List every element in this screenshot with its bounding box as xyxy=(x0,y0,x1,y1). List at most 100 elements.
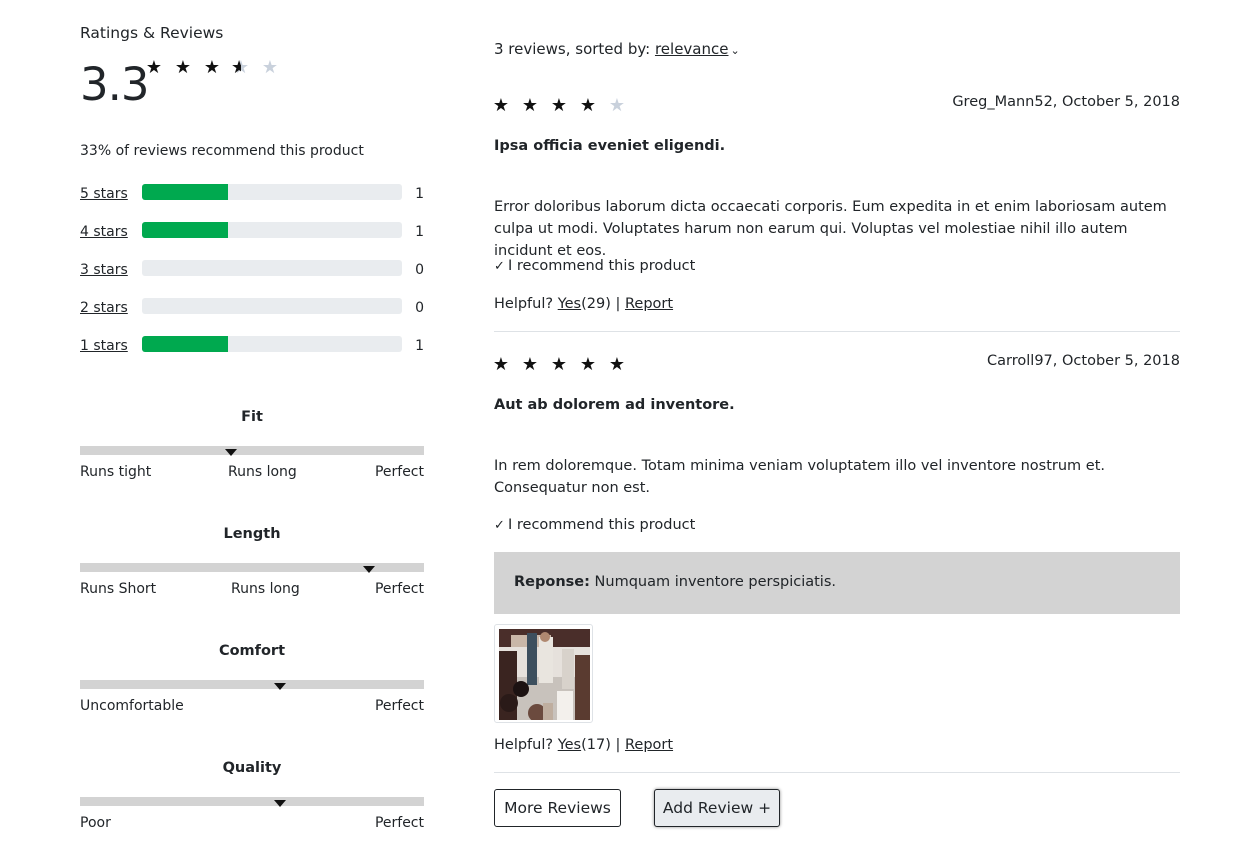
response-body: Numquam inventore perspiciatis. xyxy=(589,574,836,590)
report-link[interactable]: Report xyxy=(625,737,673,753)
star-icon: ★ xyxy=(521,354,539,375)
characteristic-marker-icon xyxy=(362,566,375,573)
rating-breakdown-row[interactable]: 3 stars 0 xyxy=(80,258,424,278)
review-photo-thumbnail[interactable] xyxy=(494,624,593,723)
characteristic-title: Length xyxy=(223,526,281,542)
review-helpful: Helpful? Yes(29) | Report xyxy=(494,296,673,312)
rating-count: 0 xyxy=(415,300,424,316)
review-recommend: ✓ I recommend this product xyxy=(494,258,695,274)
rating-bar-track xyxy=(142,336,402,352)
characteristic-mid-label: Runs long xyxy=(228,464,297,480)
characteristic-marker-icon xyxy=(273,800,286,807)
characteristic-scale xyxy=(80,797,424,806)
ratings-reviews-heading: Ratings & Reviews xyxy=(80,24,224,42)
helpful-label: Helpful? xyxy=(494,296,558,312)
rating-breakdown-row[interactable]: 1 stars 1 xyxy=(80,334,424,354)
star-icon: ★ xyxy=(550,95,568,116)
sort-select[interactable]: relevance xyxy=(655,40,729,58)
star-icon: ★ xyxy=(608,95,626,116)
check-icon: ✓ xyxy=(494,259,505,274)
star-icon: ★ xyxy=(145,57,163,78)
characteristic-high-label: Perfect xyxy=(374,464,424,480)
rating-count: 1 xyxy=(415,224,424,240)
rating-bar-fill xyxy=(142,336,228,352)
review-recommend: ✓ I recommend this product xyxy=(494,517,695,533)
review-summary: Aut ab dolorem ad inventore. xyxy=(494,397,735,413)
rating-bar-track xyxy=(142,260,402,276)
star-icon: ★ xyxy=(492,95,510,116)
characteristic-length: Length Runs Short Runs long Perfect xyxy=(80,526,424,598)
rating-bar-track xyxy=(142,222,402,238)
review-count-text: 3 reviews, sorted by: xyxy=(494,40,655,58)
helpful-separator: | xyxy=(610,296,625,312)
characteristic-title: Comfort xyxy=(218,643,286,659)
rating-filter-link[interactable]: 5 stars xyxy=(80,186,128,202)
rating-filter-link[interactable]: 4 stars xyxy=(80,224,128,240)
review-summary: Ipsa officia eveniet eligendi. xyxy=(494,138,726,154)
sort-control: 3 reviews, sorted by: relevance ⌄ xyxy=(494,40,740,58)
star-icon: ★ xyxy=(550,354,568,375)
characteristic-title: Quality xyxy=(222,760,282,776)
helpful-count: (17) xyxy=(581,737,611,753)
rating-breakdown-row[interactable]: 2 stars 0 xyxy=(80,296,424,316)
star-icon: ★ xyxy=(608,354,626,375)
rating-filter-link[interactable]: 2 stars xyxy=(80,300,128,316)
review-body: Error doloribus laborum dicta occaecati … xyxy=(494,199,1167,259)
characteristic-marker-icon xyxy=(273,683,286,690)
characteristic-low-label: Uncomfortable xyxy=(80,698,184,714)
star-icon: ★ xyxy=(521,95,539,116)
response-text: Reponse: Numquam inventore perspiciatis. xyxy=(514,574,836,590)
recommend-text: I recommend this product xyxy=(508,517,696,533)
characteristic-scale xyxy=(80,446,424,455)
more-reviews-button[interactable]: More Reviews xyxy=(494,789,621,827)
rating-bar-fill xyxy=(142,184,228,200)
recommend-text: I recommend this product xyxy=(508,258,696,274)
review-divider xyxy=(494,331,1180,332)
characteristic-scale xyxy=(80,680,424,689)
seller-response: Reponse: Numquam inventore perspiciatis. xyxy=(494,552,1180,614)
helpful-yes-link[interactable]: Yes xyxy=(558,296,581,312)
review-author-date: Carroll97, October 5, 2018 xyxy=(987,353,1180,369)
check-icon: ✓ xyxy=(494,518,505,533)
helpful-yes-link[interactable]: Yes xyxy=(558,737,581,753)
star-icon: ★ xyxy=(579,354,597,375)
rating-count: 0 xyxy=(415,262,424,278)
characteristic-low-label: Runs tight xyxy=(80,464,152,480)
rating-breakdown-row[interactable]: 4 stars 1 xyxy=(80,220,424,240)
helpful-label: Helpful? xyxy=(494,737,558,753)
average-rating: 3.3 ★ ★ ★ ★ ★ xyxy=(80,58,424,114)
helpful-separator: | xyxy=(610,737,625,753)
star-icon: ★ xyxy=(174,57,192,78)
characteristic-high-label: Perfect xyxy=(374,581,424,597)
characteristic-high-label: Perfect xyxy=(374,698,424,714)
star-icon: ★ xyxy=(203,57,221,78)
characteristic-title: Fit xyxy=(241,409,263,425)
add-review-button[interactable]: Add Review + xyxy=(654,789,780,827)
helpful-count: (29) xyxy=(581,296,611,312)
average-rating-number: 3.3 xyxy=(80,58,150,111)
rating-bar-fill xyxy=(142,222,228,238)
characteristic-mid-label: Runs long xyxy=(231,581,300,597)
characteristic-low-label: Poor xyxy=(80,815,111,831)
star-icon: ★ xyxy=(492,354,510,375)
rating-filter-link[interactable]: 1 stars xyxy=(80,338,128,354)
rating-filter-link[interactable]: 3 stars xyxy=(80,262,128,278)
chevron-down-icon[interactable]: ⌄ xyxy=(730,44,739,57)
review-helpful: Helpful? Yes(17) | Report xyxy=(494,737,673,753)
characteristic-fit: Fit Runs tight Runs long Perfect xyxy=(80,409,424,481)
rating-count: 1 xyxy=(415,186,424,202)
characteristic-marker-icon xyxy=(225,449,238,456)
review-divider xyxy=(494,772,1180,773)
star-icon: ★ xyxy=(579,95,597,116)
rating-bar-track xyxy=(142,184,402,200)
characteristic-comfort: Comfort Uncomfortable Perfect xyxy=(80,643,424,715)
report-link[interactable]: Report xyxy=(625,296,673,312)
recommend-percentage: 33% of reviews recommend this product xyxy=(80,143,364,159)
rating-breakdown-row[interactable]: 5 stars 1 xyxy=(80,182,424,202)
review-photo-image xyxy=(499,629,590,720)
characteristic-quality: Quality Poor Perfect xyxy=(80,760,424,832)
rating-bar-track xyxy=(142,298,402,314)
review-author-date: Greg_Mann52, October 5, 2018 xyxy=(952,94,1180,110)
characteristic-low-label: Runs Short xyxy=(80,581,157,597)
characteristic-high-label: Perfect xyxy=(374,815,424,831)
